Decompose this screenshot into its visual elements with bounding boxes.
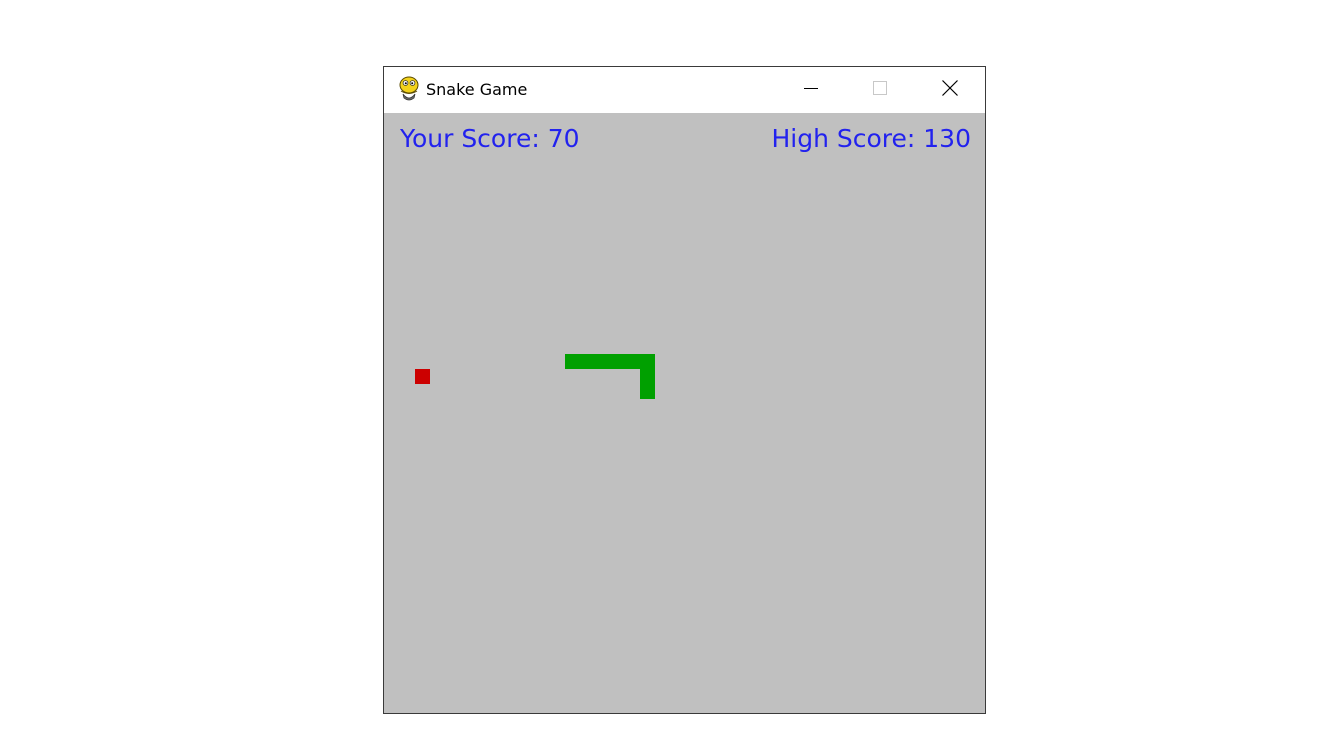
window-title: Snake Game (426, 80, 528, 99)
maximize-icon (872, 80, 888, 101)
food-pellet (415, 369, 430, 384)
minimize-icon (803, 80, 819, 101)
snake-head-segment (640, 354, 655, 399)
high-score: High Score: 130 (771, 124, 971, 153)
your-score: Your Score: 70 (400, 124, 580, 153)
title-bar[interactable]: Snake Game (384, 67, 985, 113)
maximize-button[interactable] (857, 67, 903, 113)
game-canvas[interactable]: Your Score: 70 High Score: 130 (384, 113, 985, 713)
pygame-snake-icon (397, 76, 421, 102)
close-icon (941, 79, 959, 102)
close-button[interactable] (927, 67, 973, 113)
minimize-button[interactable] (788, 67, 834, 113)
game-window: Snake Game Your Score: 70 High Score: 13… (383, 66, 986, 714)
